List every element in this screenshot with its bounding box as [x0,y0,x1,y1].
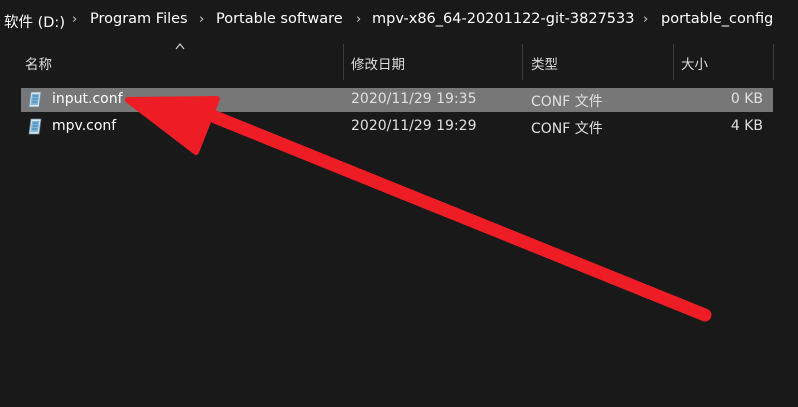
file-row[interactable]: mpv.conf 2020/11/29 19:29 CONF 文件 4 KB [21,115,773,139]
column-header-modified[interactable]: 修改日期 [351,53,405,73]
column-divider[interactable] [343,44,344,80]
file-type: CONF 文件 [531,94,603,110]
file-type: CONF 文件 [531,121,603,137]
chevron-right-icon[interactable]: › [199,12,204,27]
breadcrumb-mpv-folder[interactable]: mpv-x86_64-20201122-git-3827533 [372,11,634,27]
breadcrumb-portable-config[interactable]: portable_config [661,11,773,27]
file-modified: 2020/11/29 19:29 [351,118,477,134]
column-divider[interactable] [773,44,774,80]
file-row[interactable]: input.conf 2020/11/29 19:35 CONF 文件 0 KB [21,88,773,112]
column-header-row: 名称 修改日期 类型 大小 [0,44,798,80]
column-divider[interactable] [673,44,674,80]
file-size: 0 KB [730,91,763,107]
file-modified: 2020/11/29 19:35 [351,91,477,107]
chevron-right-icon[interactable]: › [72,12,77,27]
chevron-right-icon[interactable]: › [356,12,361,27]
conf-file-icon [28,118,42,135]
breadcrumb-portable-software[interactable]: Portable software [216,11,343,27]
breadcrumb-drive[interactable]: 软件 (D:) [4,11,65,32]
file-name[interactable]: mpv.conf [52,118,116,134]
file-name[interactable]: input.conf [52,91,123,107]
column-header-type[interactable]: 类型 [531,53,558,73]
column-header-size[interactable]: 大小 [681,53,708,73]
breadcrumb-program-files[interactable]: Program Files [90,11,188,27]
column-header-name[interactable]: 名称 [25,53,52,73]
chevron-right-icon[interactable]: › [643,12,648,27]
breadcrumb: 软件 (D:) › Program Files › Portable softw… [0,0,798,40]
file-size: 4 KB [730,118,763,134]
column-divider[interactable] [522,44,523,80]
conf-file-icon [28,91,42,108]
